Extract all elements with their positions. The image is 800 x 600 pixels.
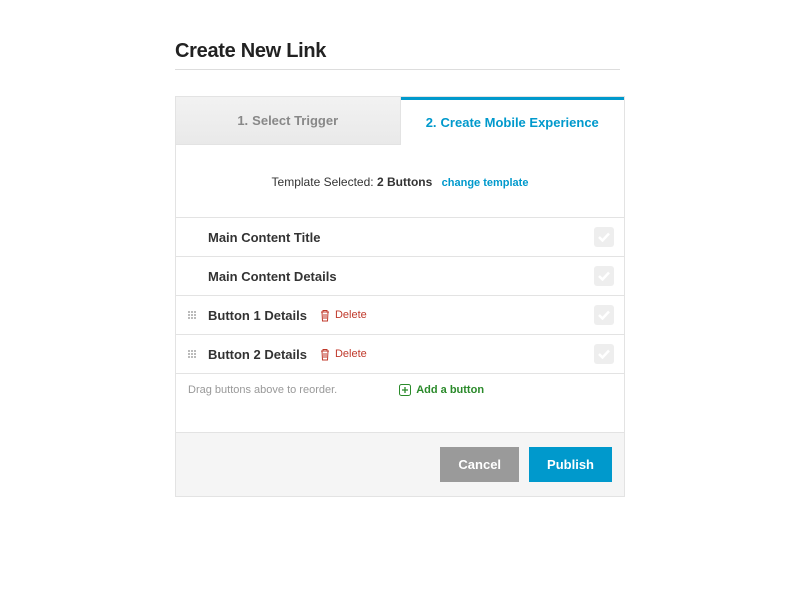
item-label: Main Content Details <box>208 269 337 284</box>
check-icon <box>598 310 610 320</box>
drag-handle-icon[interactable] <box>188 350 198 358</box>
check-icon <box>598 271 610 281</box>
template-prefix: Template Selected: <box>272 175 374 189</box>
tab-create-mobile-experience[interactable]: 2. Create Mobile Experience <box>401 97 625 145</box>
add-button[interactable]: Add a button <box>399 384 484 396</box>
drag-handle-icon[interactable] <box>188 311 198 319</box>
template-selected-row: Template Selected: 2 Buttons change temp… <box>176 145 624 218</box>
wizard-panel: 1. Select Trigger 2. Create Mobile Exper… <box>175 96 625 497</box>
delete-label: Delete <box>335 309 367 321</box>
tab-select-trigger[interactable]: 1. Select Trigger <box>176 97 401 145</box>
reorder-hint: Drag buttons above to reorder. <box>188 384 337 396</box>
delete-label: Delete <box>335 348 367 360</box>
publish-button[interactable]: Publish <box>529 447 612 482</box>
plus-icon <box>399 384 411 396</box>
page-title: Create New Link <box>175 40 620 63</box>
cancel-button[interactable]: Cancel <box>440 447 519 482</box>
item-main-content-details[interactable]: Main Content Details <box>176 257 624 296</box>
item-button-1-details[interactable]: Button 1 Details Delete <box>176 296 624 335</box>
tab2-number: 2. <box>426 115 437 130</box>
content-list: Main Content Title Main Content Details <box>176 218 624 374</box>
delete-button[interactable]: Delete <box>319 309 367 322</box>
add-row: Drag buttons above to reorder. Add a but… <box>176 374 624 432</box>
tab2-label: Create Mobile Experience <box>441 115 599 130</box>
item-main-content-title[interactable]: Main Content Title <box>176 218 624 257</box>
item-checkbox[interactable] <box>594 305 614 325</box>
template-name: 2 Buttons <box>377 175 432 189</box>
check-icon <box>598 349 610 359</box>
item-label: Main Content Title <box>208 230 320 245</box>
check-icon <box>598 232 610 242</box>
tab1-number: 1. <box>237 113 248 128</box>
item-label: Button 1 Details <box>208 308 307 323</box>
trash-icon <box>319 309 331 322</box>
trash-icon <box>319 348 331 361</box>
item-checkbox[interactable] <box>594 344 614 364</box>
item-checkbox[interactable] <box>594 227 614 247</box>
item-label: Button 2 Details <box>208 347 307 362</box>
tab1-label: Select Trigger <box>252 113 338 128</box>
footer-actions: Cancel Publish <box>176 432 624 496</box>
item-button-2-details[interactable]: Button 2 Details Delete <box>176 335 624 374</box>
title-divider <box>175 69 620 70</box>
item-checkbox[interactable] <box>594 266 614 286</box>
wizard-tabs: 1. Select Trigger 2. Create Mobile Exper… <box>176 97 624 145</box>
add-button-label: Add a button <box>416 384 484 396</box>
delete-button[interactable]: Delete <box>319 348 367 361</box>
change-template-link[interactable]: change template <box>442 177 529 189</box>
